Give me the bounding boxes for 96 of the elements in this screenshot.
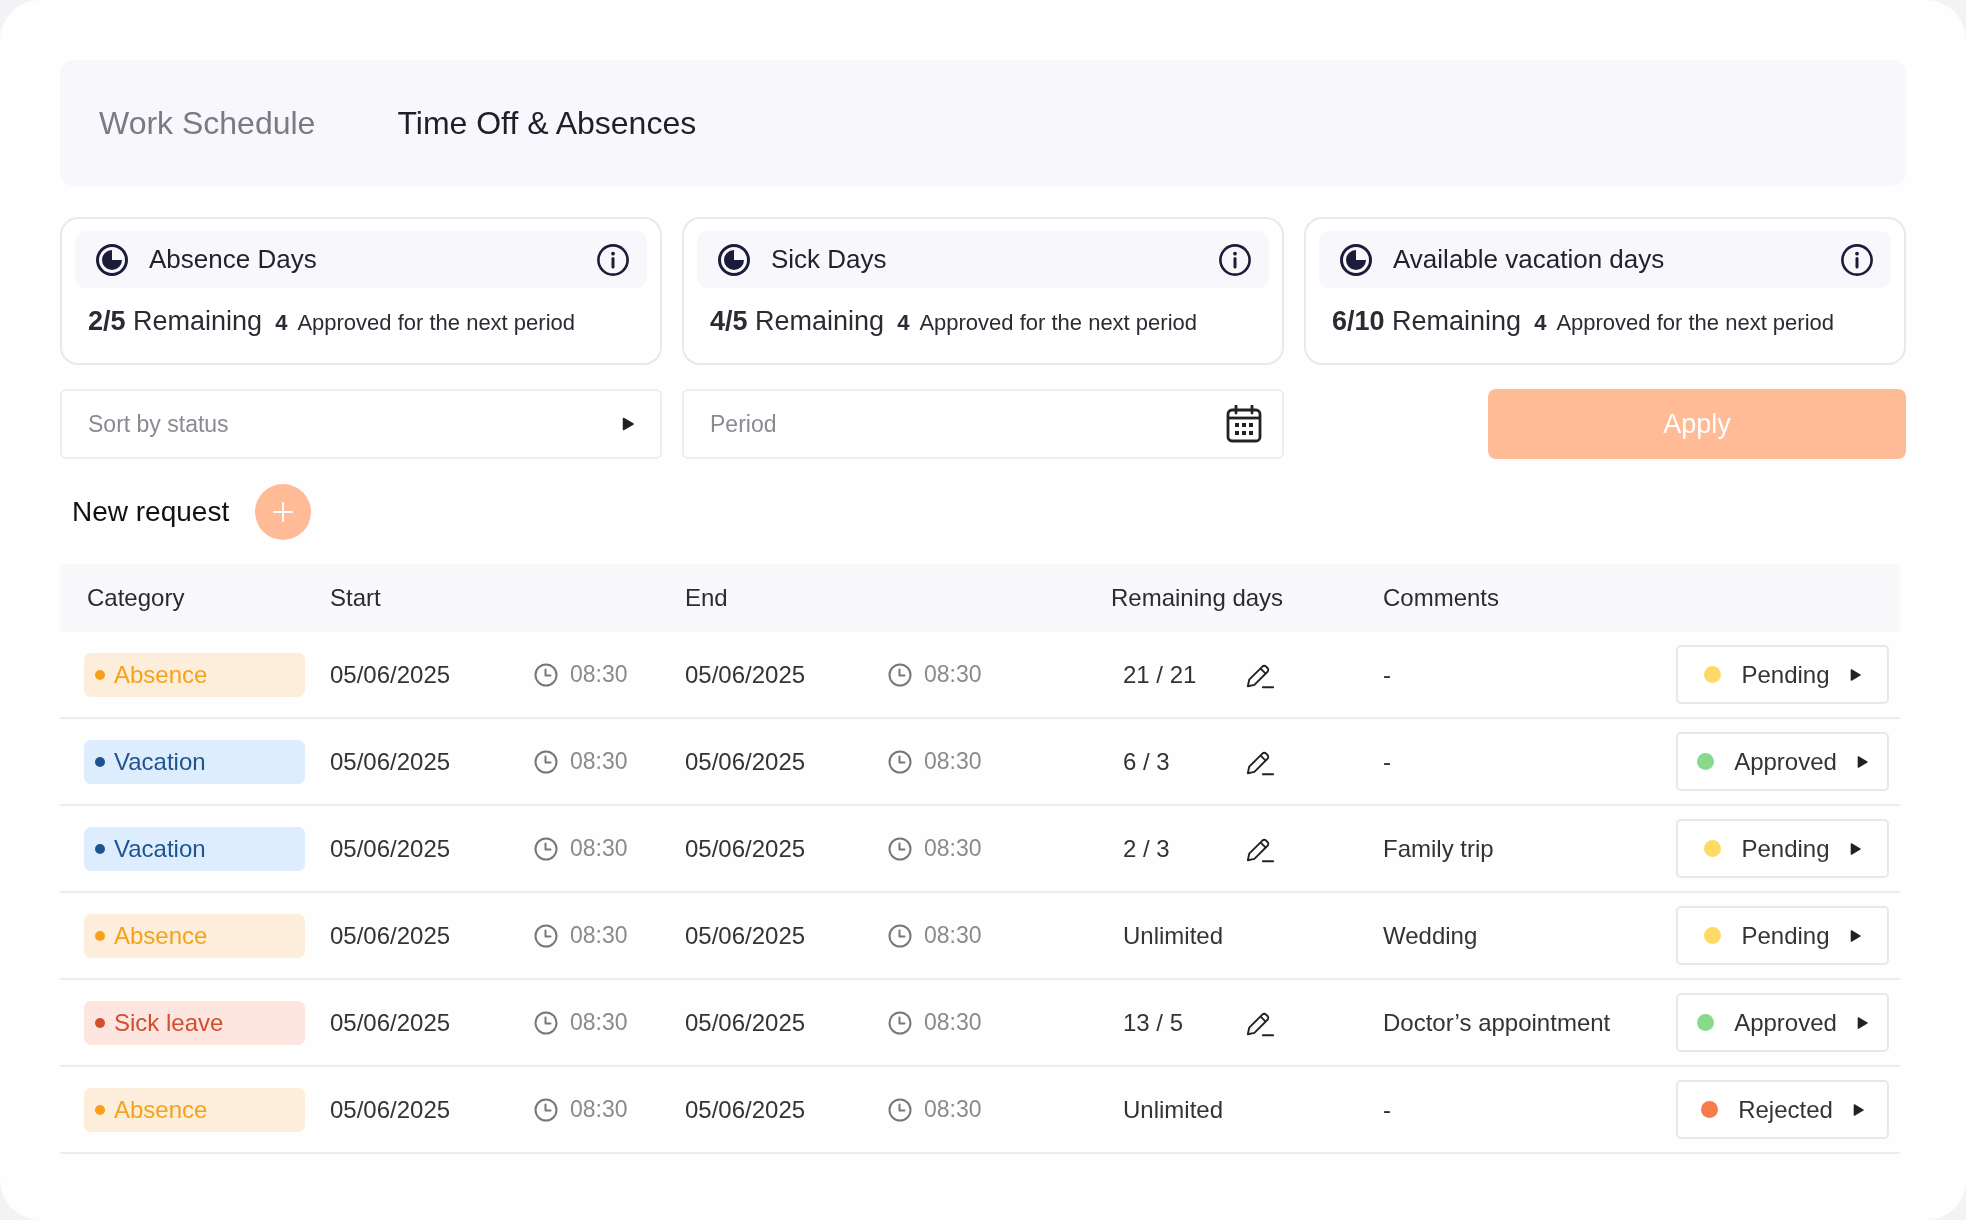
- info-icon[interactable]: [597, 243, 629, 276]
- start-time: 08:30: [570, 661, 628, 688]
- caret-right-icon: [1849, 667, 1861, 682]
- category-label: Absence: [114, 1095, 208, 1124]
- start-date: 05/06/2025: [330, 1095, 452, 1124]
- card-title: Absence Days: [149, 244, 317, 275]
- approved-count: 4: [1534, 310, 1547, 336]
- category-label: Absence: [114, 660, 208, 689]
- caret-right-icon: [1852, 1102, 1864, 1117]
- approved-count: 4: [897, 310, 910, 336]
- remaining-days: 21 / 21: [1123, 660, 1245, 689]
- status-dropdown[interactable]: Approved: [1676, 732, 1889, 791]
- remaining-days: 13 / 5: [1123, 1008, 1245, 1037]
- caret-right-icon: [622, 417, 634, 431]
- end-time: 08:30: [924, 661, 982, 688]
- end-date: 05/06/2025: [685, 834, 807, 863]
- clock-icon: [534, 836, 558, 861]
- comment-text: Family trip: [1383, 834, 1495, 863]
- approved-label: Approved for the next period: [297, 310, 575, 336]
- end-date: 05/06/2025: [685, 1008, 807, 1037]
- approved-label: Approved for the next period: [919, 310, 1197, 336]
- tab[interactable]: Time Off & Absences: [397, 104, 697, 142]
- new-request-label: New request: [72, 496, 230, 528]
- clock-icon: [888, 923, 912, 948]
- start-date: 05/06/2025: [330, 834, 452, 863]
- remaining-count: 4/5 Remaining: [710, 306, 885, 337]
- column-header: End: [685, 584, 729, 612]
- comment-text: Doctor’s appointment: [1383, 1008, 1612, 1037]
- end-date: 05/06/2025: [685, 747, 807, 776]
- clock-icon: [888, 836, 912, 861]
- end-time: 08:30: [924, 748, 982, 775]
- status-dropdown[interactable]: Pending: [1676, 645, 1889, 704]
- column-header: Comments: [1383, 584, 1501, 612]
- remaining-days: Unlimited: [1123, 1095, 1245, 1124]
- pie-chart-icon: [96, 243, 128, 276]
- card-title: Available vacation days: [1393, 244, 1665, 275]
- start-date: 05/06/2025: [330, 747, 452, 776]
- clock-icon: [888, 1010, 912, 1035]
- caret-right-icon: [1849, 928, 1861, 943]
- pie-chart-icon: [718, 243, 750, 276]
- tab[interactable]: Work Schedule: [99, 104, 316, 142]
- end-date: 05/06/2025: [685, 660, 807, 689]
- comment-text: -: [1383, 660, 1392, 689]
- comment-text: -: [1383, 1095, 1392, 1124]
- end-date: 05/06/2025: [685, 921, 807, 950]
- start-time: 08:30: [570, 835, 628, 862]
- clock-icon: [888, 1097, 912, 1122]
- end-time: 08:30: [924, 835, 982, 862]
- clock-icon: [534, 662, 558, 687]
- comment-text: Wedding: [1383, 921, 1479, 950]
- end-date: 05/06/2025: [685, 1095, 807, 1124]
- start-date: 05/06/2025: [330, 1008, 452, 1037]
- category-label: Absence: [114, 921, 208, 950]
- status-dropdown[interactable]: Rejected: [1676, 1080, 1889, 1139]
- status-dropdown[interactable]: Pending: [1676, 906, 1889, 965]
- end-time: 08:30: [924, 922, 982, 949]
- caret-right-icon: [1856, 754, 1868, 769]
- column-header: Remaining days: [1111, 584, 1285, 612]
- period-field[interactable]: Period: [682, 389, 1284, 459]
- remaining-count: 2/5 Remaining: [88, 306, 263, 337]
- plus-icon: [273, 502, 294, 522]
- clock-icon: [534, 749, 558, 774]
- start-time: 08:30: [570, 1096, 628, 1123]
- clock-icon: [534, 1097, 558, 1122]
- approved-count: 4: [275, 310, 288, 336]
- start-time: 08:30: [570, 748, 628, 775]
- category-label: Vacation: [114, 834, 206, 863]
- end-time: 08:30: [924, 1096, 982, 1123]
- start-time: 08:30: [570, 922, 628, 949]
- remaining-count: 6/10 Remaining: [1332, 306, 1522, 337]
- card-title: Sick Days: [771, 244, 887, 275]
- category-label: Vacation: [114, 747, 206, 776]
- info-icon[interactable]: [1219, 243, 1251, 276]
- remaining-days: 6 / 3: [1123, 747, 1245, 776]
- caret-right-icon: [1856, 1015, 1868, 1030]
- calendar-icon[interactable]: [1226, 405, 1262, 443]
- column-header: Category: [86, 584, 186, 612]
- clock-icon: [888, 662, 912, 687]
- caret-right-icon: [1849, 841, 1861, 856]
- start-time: 08:30: [570, 1009, 628, 1036]
- end-time: 08:30: [924, 1009, 982, 1036]
- info-icon[interactable]: [1841, 243, 1873, 276]
- pie-chart-icon: [1340, 243, 1372, 276]
- clock-icon: [534, 923, 558, 948]
- clock-icon: [534, 1010, 558, 1035]
- category-label: Sick leave: [114, 1008, 224, 1037]
- start-date: 05/06/2025: [330, 921, 452, 950]
- status-dropdown[interactable]: Approved: [1676, 993, 1889, 1052]
- approved-label: Approved for the next period: [1556, 310, 1834, 336]
- comment-text: -: [1383, 747, 1392, 776]
- start-date: 05/06/2025: [330, 660, 452, 689]
- remaining-days: 2 / 3: [1123, 834, 1245, 863]
- clock-icon: [888, 749, 912, 774]
- status-dropdown[interactable]: Pending: [1676, 819, 1889, 878]
- remaining-days: Unlimited: [1123, 921, 1245, 950]
- column-header: Start: [330, 584, 382, 612]
